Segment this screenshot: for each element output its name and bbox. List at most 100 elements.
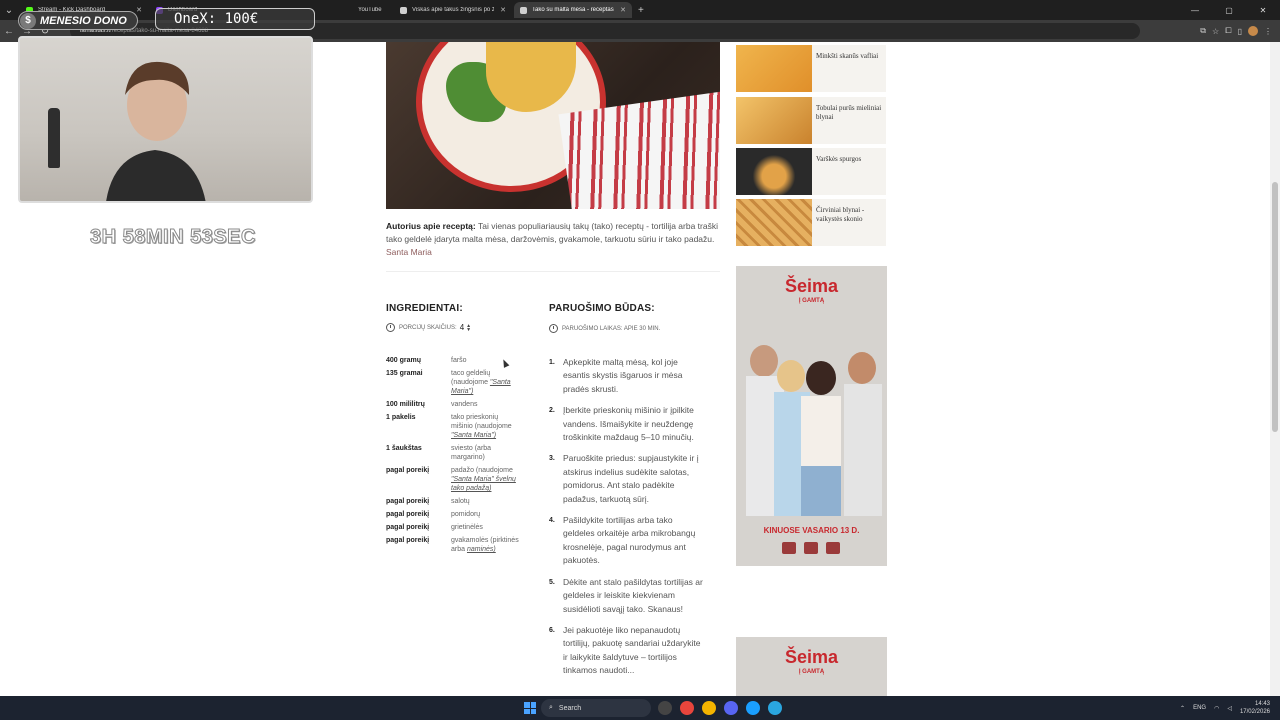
servings-control: PORCIJŲ SKAIČIUS: 4 ▲ ▼ — [386, 323, 471, 332]
tray-chevron-icon[interactable]: ⌃ — [1180, 705, 1185, 712]
ingredient-name: gvakamolės (pirktinės arba naminės) — [451, 536, 519, 554]
tab-viskas-apie-takus[interactable]: Viskas apie takus žingsnis po ži ✕ — [394, 2, 512, 18]
waffle-image — [736, 45, 812, 92]
author-note: Autorius apie receptą: Tai vienas populi… — [386, 220, 720, 259]
bottle — [48, 108, 60, 168]
badge-label: MENESIO DONO — [40, 14, 127, 27]
taskbar-clock[interactable]: 14:43 17/02/2026 — [1240, 700, 1270, 716]
start-button[interactable] — [524, 702, 536, 714]
arrow-down-icon[interactable]: ▼ — [466, 327, 471, 332]
step-number: 4. — [549, 517, 555, 525]
ingredient-note-link[interactable]: naminės) — [467, 546, 496, 553]
waffle-pancakes-image — [736, 199, 812, 246]
taskbar-search[interactable]: ⌕ Search — [541, 699, 651, 717]
ingredient-row: 1 šaukštas sviesto (arba margarino) — [386, 444, 536, 462]
close-window-icon[interactable]: ✕ — [1246, 6, 1280, 15]
ingredient-amount: 400 gramų — [386, 357, 422, 364]
maximize-icon[interactable]: ▢ — [1212, 6, 1246, 15]
ingredient-name: sviesto (arba margarino) — [451, 444, 519, 462]
screen: ⌄ Stream - Kick Dashboard ✕ Dashboard Yo… — [0, 0, 1280, 720]
ingredient-amount: pagal poreikį — [386, 537, 430, 544]
back-icon[interactable]: ← — [0, 26, 18, 37]
sidebar-icon[interactable]: ▯ — [1238, 27, 1242, 36]
ingredient-text: faršo — [451, 357, 467, 364]
ad-heading: Šeima — [784, 647, 839, 667]
method-step: 5. Dėkite ant stalo pašildytas tortilijas… — [549, 576, 709, 616]
discord-icon[interactable] — [724, 701, 738, 715]
app-icon[interactable] — [658, 701, 672, 715]
author-link[interactable]: Santa Maria — [386, 247, 432, 257]
new-tab-button[interactable]: + — [638, 5, 644, 16]
ad-logos — [766, 542, 856, 556]
app-icon[interactable] — [702, 701, 716, 715]
close-icon[interactable]: ✕ — [620, 6, 626, 14]
steam-icon[interactable] — [746, 701, 760, 715]
related-recipe-card[interactable]: Čirviniai blynai - vaikystės skonio — [736, 199, 886, 246]
telegram-icon[interactable] — [768, 701, 782, 715]
related-recipe-card[interactable]: Varškės spurgos — [736, 148, 886, 195]
extensions-icon[interactable]: ⧠ — [1225, 26, 1231, 36]
ingredient-row: 100 mililitrų vandens — [386, 400, 536, 409]
wifi-icon[interactable]: ◠ — [1214, 705, 1219, 712]
related-recipe-card[interactable]: Tobulai purūs mieliniai blynai — [736, 97, 886, 144]
method-step: 3. Paruoškite priedus: supjaustykite ir į… — [549, 452, 709, 506]
chrome-icon[interactable] — [680, 701, 694, 715]
step-text: Jei pakuotėje liko nepanaudotų tortilijų… — [563, 624, 701, 676]
close-icon[interactable]: ✕ — [136, 6, 142, 14]
step-text: Apkepkite maltą mėsą, kol joje esantis s… — [563, 357, 683, 394]
ingredient-amount: 135 gramai — [386, 370, 423, 377]
card-title[interactable]: Čirviniai blynai - vaikystės skonio — [816, 206, 882, 224]
step-number: 5. — [549, 578, 555, 586]
ingredient-name: padažo (naudojome "Santa Maria" švelnų t… — [451, 466, 519, 493]
tab-search-icon[interactable]: ⌄ — [0, 5, 18, 16]
divider — [386, 271, 720, 272]
ingredients-title: INGREDIENTAI: — [386, 303, 463, 314]
translate-icon[interactable]: ⧉ — [1200, 26, 1206, 36]
scrollbar-thumb[interactable] — [1272, 182, 1278, 432]
donuts-image — [736, 148, 812, 195]
bookmark-star-icon[interactable]: ☆ — [1212, 27, 1219, 36]
page-scrollbar[interactable] — [1270, 42, 1280, 696]
related-recipe-card[interactable]: Minkšti skanūs vafliai — [736, 45, 886, 92]
ingredient-text: salotų — [451, 498, 470, 505]
prep-time: PARUOŠIMO LAIKAS: APIE 30 MIN. — [549, 324, 660, 333]
method-step: 2. Įberkite prieskonių mišinio ir įpilkit… — [549, 404, 709, 444]
ingredients-list: 400 gramų faršo 135 gramai taco geldelių (n… — [386, 356, 536, 558]
ingredient-row: pagal poreikį salotų — [386, 497, 536, 506]
step-number: 3. — [549, 455, 555, 463]
ingredient-row: pagal poreikį grietinėlės — [386, 523, 536, 532]
card-title[interactable]: Varškės spurgos — [816, 155, 882, 164]
ingredient-amount: pagal poreikį — [386, 511, 430, 518]
ingredient-row: 1 pakelis tako prieskonių mišinio (naudoj… — [386, 413, 536, 440]
movie-ad[interactable]: Šeima Į GAMTĄ KINUOSE VASARIO 13 D. — [736, 266, 887, 566]
servings-stepper[interactable]: ▲ ▼ — [466, 323, 471, 332]
tab-title: YouTube — [358, 7, 382, 13]
menu-dots-icon[interactable]: ⋮ — [1264, 27, 1272, 36]
tab-youtube[interactable]: YouTube — [352, 2, 392, 18]
volume-icon[interactable]: ◁ — [1227, 705, 1232, 712]
step-text: Dėkite ant stalo pašildytas tortilijas a… — [563, 576, 703, 614]
tab-tako-receptas[interactable]: Tako su malta mėsa - receptas ✕ — [514, 2, 632, 18]
card-title[interactable]: Tobulai purūs mieliniai blynai — [816, 104, 882, 122]
ingredient-note-link[interactable]: "Santa Maria") — [451, 432, 496, 439]
ingredient-row: pagal poreikį gvakamolės (pirktinės arba … — [386, 536, 536, 554]
step-text: Įberkite prieskonių mišinio ir įpilkite … — [563, 405, 694, 443]
movie-ad[interactable]: Šeima Į GAMTĄ — [736, 637, 887, 696]
windows-taskbar: ⌕ Search ⌃ ENG ◠ ◁ 14:43 17/02/2026 — [0, 696, 1280, 720]
lang-indicator[interactable]: ENG — [1193, 705, 1206, 711]
card-title[interactable]: Minkšti skanūs vafliai — [816, 52, 882, 61]
ingredient-row: pagal poreikį padažo (naudojome "Santa Ma… — [386, 466, 536, 493]
ingredient-note-link[interactable]: "Santa Maria" švelnų tako padažą) — [451, 476, 516, 492]
minimize-icon[interactable]: — — [1178, 6, 1212, 15]
ingredient-name: grietinėlės — [451, 523, 519, 532]
close-icon[interactable]: ✕ — [500, 6, 506, 14]
toolbar-actions: ⧉ ☆ ⧠ ▯ ⋮ — [1200, 20, 1272, 42]
system-tray: ⌃ ENG ◠ ◁ 14:43 17/02/2026 — [1180, 696, 1270, 720]
profile-avatar[interactable] — [1248, 26, 1258, 36]
onex-badge: OneX: 100€ — [155, 8, 315, 30]
ingredient-name: vandens — [451, 400, 519, 409]
logo-icon — [782, 542, 796, 554]
ingredient-amount: pagal poreikį — [386, 498, 430, 505]
clock-icon — [386, 323, 395, 332]
author-label: Autorius apie receptą: — [386, 221, 476, 231]
